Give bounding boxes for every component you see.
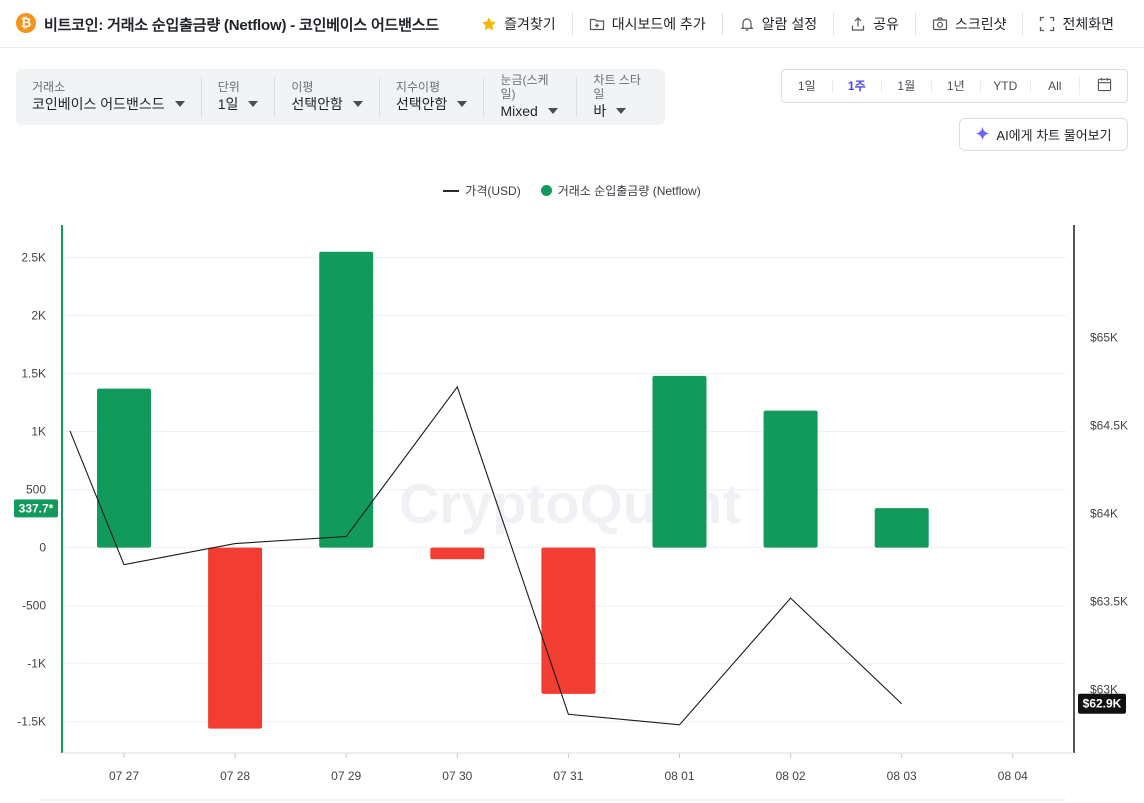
x-tick-label: 07 27 (109, 769, 139, 783)
fullscreen-icon (1039, 16, 1055, 32)
netflow-bar (652, 375, 707, 548)
moving-average-value: 선택안함 (291, 96, 343, 112)
share-icon (850, 16, 866, 32)
y-tick-label-right: $65K (1090, 331, 1118, 345)
scale-value: Mixed (500, 103, 538, 119)
chevron-down-icon (174, 101, 185, 107)
x-tick-label: 08 02 (776, 769, 806, 783)
legend-label-netflow: 거래소 순입출금량 (Netflow) (557, 184, 701, 198)
fullscreen-button[interactable]: 전체화면 (1022, 12, 1130, 36)
star-icon (481, 16, 497, 32)
favorite-label: 즐겨찾기 (504, 16, 556, 32)
date-range-button[interactable] (1079, 77, 1128, 95)
period-1d[interactable]: 1일 (782, 79, 832, 93)
add-to-dashboard-button[interactable]: 대시보드에 추가 (571, 12, 722, 36)
scale-select[interactable]: 눈금(스케일) Mixed (483, 73, 576, 119)
favorite-button[interactable]: 즐겨찾기 (465, 12, 572, 36)
y-tick-label-left: 500 (26, 483, 46, 497)
ask-ai-label: AI에게 차트 물어보기 (996, 128, 1112, 143)
screenshot-button[interactable]: 스크린샷 (914, 12, 1023, 36)
period-1w[interactable]: 1주 (831, 79, 882, 93)
moving-average-select[interactable]: 이평 선택안함 (274, 77, 379, 117)
x-tick-label: 07 30 (442, 769, 472, 783)
sparkle-icon (975, 125, 990, 144)
y-tick-label-left: -500 (22, 599, 46, 613)
chevron-down-icon (352, 101, 363, 107)
unit-label: 단위 (217, 80, 240, 94)
fullscreen-label: 전체화면 (1062, 16, 1114, 32)
ask-ai-button[interactable]: AI에게 차트 물어보기 (959, 118, 1128, 151)
chevron-down-icon (547, 108, 558, 114)
camera-icon (932, 16, 948, 32)
folder-plus-icon (589, 16, 605, 32)
filter-panel: 거래소 코인베이스 어드밴스드 단위 1일 이평 선택안함 지수이평 선택안함 … (16, 69, 665, 125)
netflow-chart[interactable]: 2.5K 2K 1.5K 1K 500 0 -500 -1K -1.5K $65K $64.5K $6… (0, 215, 1144, 803)
share-button[interactable]: 공유 (833, 12, 915, 36)
netflow-bar (541, 547, 596, 694)
y-tick-label-left: -1.5K (17, 715, 46, 729)
y-tick-label-right: $63.5K (1090, 595, 1128, 609)
x-tick-label: 07 29 (331, 769, 361, 783)
bell-icon (739, 16, 755, 32)
exponential-ma-value: 선택안함 (395, 96, 448, 112)
chart-style-value: 바 (593, 103, 607, 119)
y-tick-label-right: $64K (1090, 507, 1118, 521)
current-price-label: $62.9K (1083, 697, 1122, 711)
y-tick-label-left: 1K (31, 425, 46, 439)
netflow-bar (97, 388, 151, 548)
netflow-bar (430, 547, 485, 560)
dot-swatch-icon (540, 185, 552, 196)
line-swatch-icon (443, 189, 460, 192)
header-actions: 즐겨찾기 대시보드에 추가 알람 설정 공유 스크린샷 전체화면 (465, 0, 1130, 48)
unit-value: 1일 (217, 96, 239, 112)
y-tick-label-left: -1K (27, 657, 46, 671)
period-selector: 1일 1주 1월 1년 YTD All (781, 69, 1128, 103)
period-ytd[interactable]: YTD (980, 79, 1030, 93)
moving-average-label: 이평 (291, 80, 314, 94)
chart-legend: 가격(USD) 거래소 순입출금량 (Netflow) (0, 182, 1144, 199)
exchange-value: 코인베이스 어드밴스드 (32, 96, 165, 112)
exchange-select[interactable]: 거래소 코인베이스 어드밴스드 (16, 77, 201, 117)
screenshot-label: 스크린샷 (954, 16, 1007, 32)
x-tick-label: 08 01 (664, 769, 694, 783)
chart-style-label: 차트 스타일 (593, 73, 641, 101)
x-tick-label: 07 28 (220, 769, 250, 783)
current-netflow-label: 337.7* (19, 501, 54, 515)
period-all[interactable]: All (1029, 79, 1080, 93)
scale-label: 눈금(스케일) (500, 73, 549, 101)
netflow-bar (874, 508, 929, 548)
chart-style-select[interactable]: 차트 스타일 바 (576, 73, 665, 119)
alarm-settings-button[interactable]: 알람 설정 (721, 12, 833, 36)
y-tick-label-left: 2.5K (21, 250, 46, 264)
page-title: 비트코인: 거래소 순입출금량 (Netflow) - 코인베이스 어드밴스드 (44, 17, 439, 34)
period-1m[interactable]: 1월 (881, 79, 931, 93)
x-tick-label: 08 03 (887, 769, 917, 783)
unit-select[interactable]: 단위 1일 (200, 77, 275, 117)
chevron-down-icon (457, 101, 468, 107)
y-tick-label-left: 2K (31, 309, 46, 323)
y-tick-label-left: 1.5K (21, 367, 46, 381)
x-tick-label: 07 31 (553, 769, 583, 783)
x-tick-label: 08 04 (998, 769, 1028, 783)
calendar-icon (1097, 77, 1112, 95)
period-1y[interactable]: 1년 (930, 79, 981, 93)
netflow-bar (763, 410, 818, 548)
chevron-down-icon (248, 101, 259, 107)
exponential-ma-label: 지수이평 (395, 80, 441, 94)
netflow-bar (319, 251, 374, 548)
exchange-label: 거래소 (32, 80, 66, 94)
exponential-ma-select[interactable]: 지수이평 선택안함 (378, 77, 484, 117)
page-header: ₿ 비트코인: 거래소 순입출금량 (Netflow) - 코인베이스 어드밴스… (0, 0, 1144, 48)
legend-item-netflow[interactable]: 거래소 순입출금량 (Netflow) (540, 182, 701, 199)
netflow-bar (208, 547, 263, 729)
chevron-down-icon (616, 108, 627, 114)
add-to-dashboard-label: 대시보드에 추가 (611, 16, 706, 32)
alarm-settings-label: 알람 설정 (761, 16, 818, 32)
legend-label-price: 가격(USD) (465, 184, 521, 198)
y-tick-label-left: 0 (39, 541, 46, 555)
legend-item-price[interactable]: 가격(USD) (443, 182, 521, 199)
share-label: 공유 (873, 16, 899, 32)
y-tick-label-right: $64.5K (1090, 419, 1128, 433)
bitcoin-icon: ₿ (16, 13, 36, 33)
